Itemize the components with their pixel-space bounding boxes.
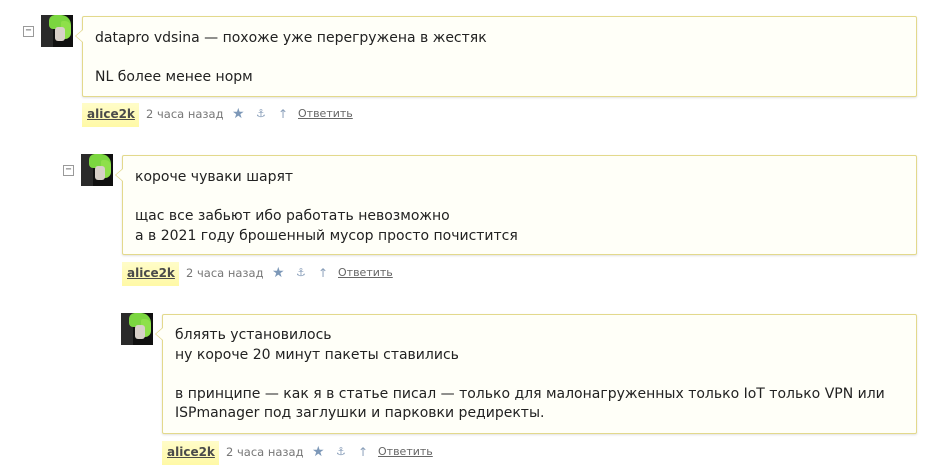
up-arrow-icon[interactable]: ↑ xyxy=(358,441,368,463)
reply-link[interactable]: Ответить xyxy=(338,262,393,284)
collapse-toggle[interactable]: − xyxy=(63,165,74,176)
star-icon[interactable]: ★ xyxy=(272,262,285,284)
up-arrow-icon[interactable]: ↑ xyxy=(278,103,288,125)
up-arrow-icon[interactable]: ↑ xyxy=(318,262,328,284)
comment-meta: alice2k 2 часа назад ★ ⚓ ↑ Ответить xyxy=(82,103,482,127)
comment: − короче чуваки шарят щас все забьют ибо… xyxy=(0,140,950,290)
comment-meta: alice2k 2 часа назад ★ ⚓ ↑ Ответить xyxy=(122,262,522,286)
reply-link[interactable]: Ответить xyxy=(298,103,353,125)
reply-link[interactable]: Ответить xyxy=(378,441,433,463)
comment-text: бляять установилось xyxy=(175,327,332,343)
comment-text: короче чуваки шарят xyxy=(135,169,294,185)
comment-text: в принципе — как я в статье писал — толь… xyxy=(175,385,885,402)
comment-meta: alice2k 2 часа назад ★ ⚓ ↑ Ответить xyxy=(162,441,562,465)
avatar[interactable] xyxy=(41,15,73,47)
comment-bubble: короче чуваки шарят щас все забьют ибо р… xyxy=(115,155,917,255)
author-link[interactable]: alice2k xyxy=(122,262,179,286)
anchor-icon[interactable]: ⚓ xyxy=(336,441,346,463)
author-link[interactable]: alice2k xyxy=(162,441,219,465)
comment-text: а в 2021 году брошенный мусор просто поч… xyxy=(135,227,518,244)
comment: бляять установилось ну короче 20 минут п… xyxy=(0,290,950,470)
comment-text: ISPmanager под заглушки и парковки редир… xyxy=(175,405,545,421)
comment-text: NL более менее норм xyxy=(95,69,253,85)
comment-bubble: бляять установилось ну короче 20 минут п… xyxy=(155,314,917,434)
timestamp[interactable]: 2 часа назад xyxy=(186,262,264,284)
comment-text: щас все забьют ибо работать невозможно xyxy=(135,208,450,224)
anchor-icon[interactable]: ⚓ xyxy=(256,103,266,125)
comment-bubble: datapro vdsina — похоже уже перегружена … xyxy=(75,16,917,97)
collapse-toggle[interactable]: − xyxy=(23,26,34,37)
star-icon[interactable]: ★ xyxy=(232,103,245,125)
star-icon[interactable]: ★ xyxy=(312,441,325,463)
timestamp[interactable]: 2 часа назад xyxy=(146,103,224,125)
comment: − datapro vdsina — похоже уже перегружен… xyxy=(0,0,950,140)
timestamp[interactable]: 2 часа назад xyxy=(226,441,304,463)
avatar[interactable] xyxy=(81,154,113,186)
comment-text: ну короче 20 минут пакеты ставились xyxy=(175,346,459,363)
comment-text: datapro vdsina — похоже уже перегружена … xyxy=(95,30,487,46)
avatar[interactable] xyxy=(121,313,153,345)
anchor-icon[interactable]: ⚓ xyxy=(296,262,306,284)
author-link[interactable]: alice2k xyxy=(82,103,139,127)
